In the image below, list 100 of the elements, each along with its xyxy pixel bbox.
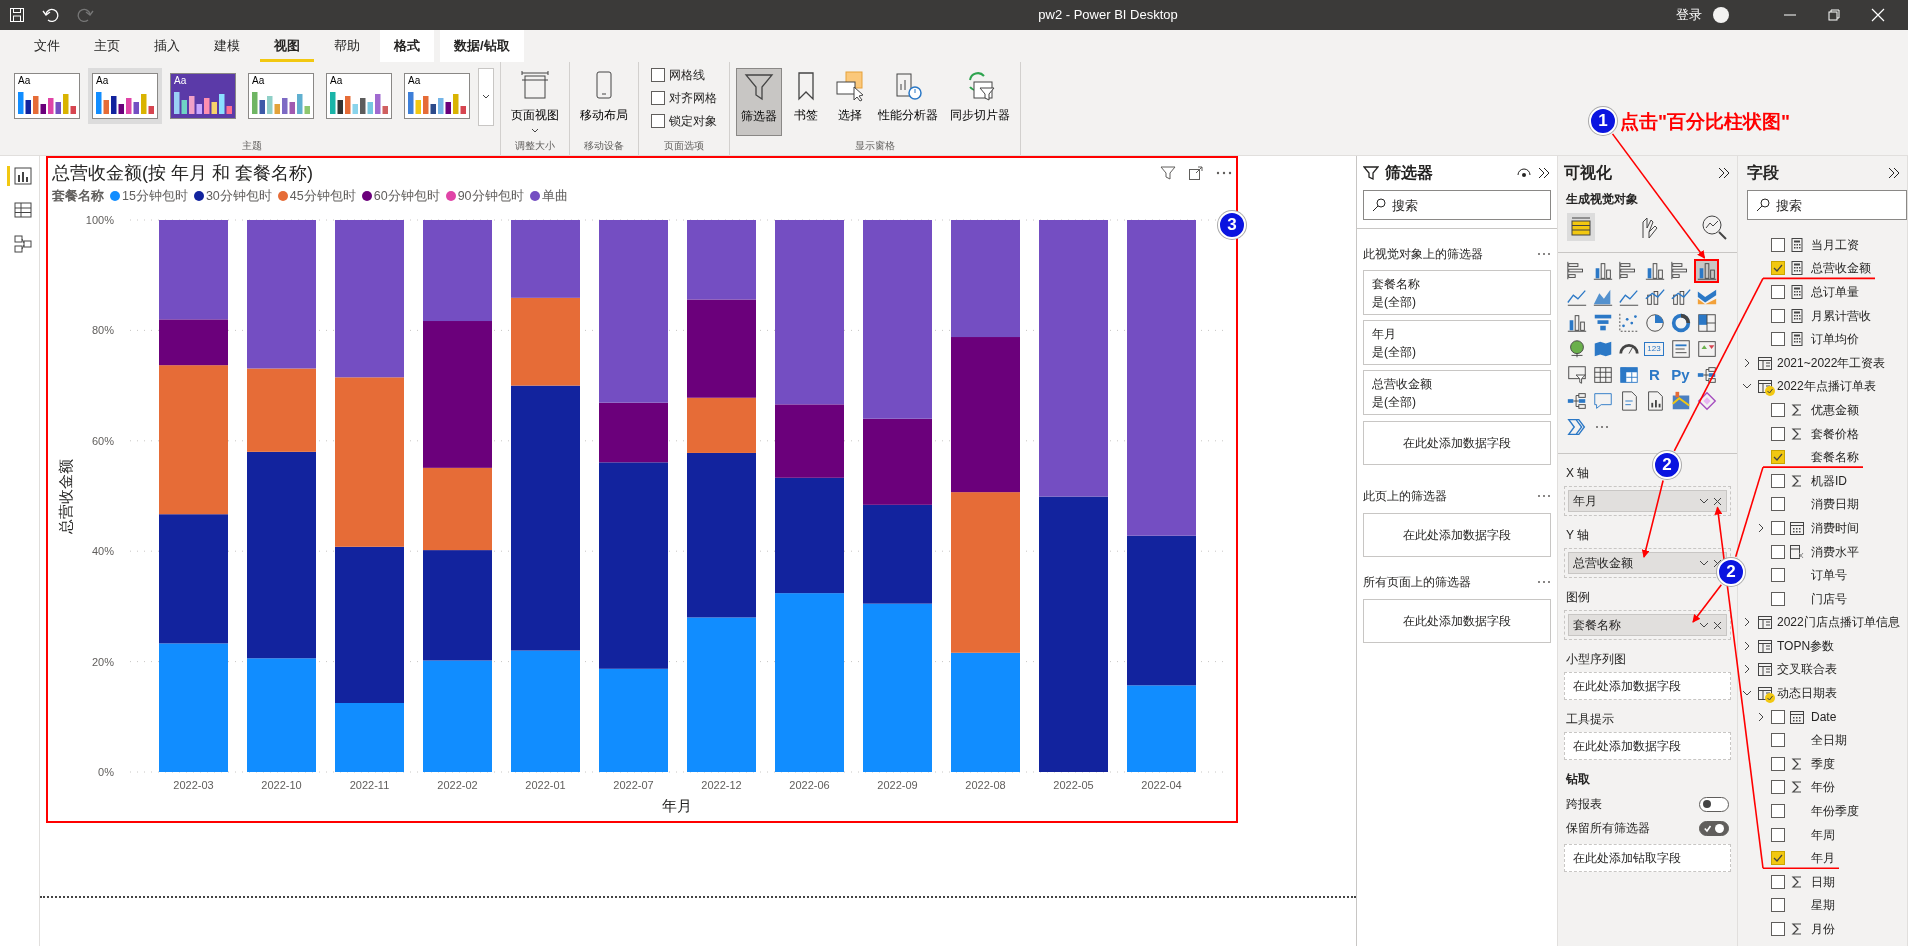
field-label[interactable]: 消费日期 xyxy=(1811,495,1859,514)
more-options-icon[interactable] xyxy=(1537,250,1551,258)
drop-zone[interactable]: 在此处添加数据字段 xyxy=(1564,672,1731,700)
table-label[interactable]: TOPN参数 xyxy=(1777,636,1835,655)
field-label[interactable]: 季度 xyxy=(1811,754,1835,773)
drop-zone[interactable]: 在此处添加数据字段 xyxy=(1564,732,1731,760)
field-label[interactable]: 全日期 xyxy=(1811,731,1847,750)
checkbox[interactable] xyxy=(1771,780,1785,795)
remove-icon[interactable] xyxy=(1713,620,1722,630)
theme-thumbnail[interactable]: Aa xyxy=(14,73,80,119)
undo-icon[interactable] xyxy=(42,6,60,24)
save-icon[interactable] xyxy=(8,6,26,24)
remove-icon[interactable] xyxy=(1713,496,1722,506)
toggle-switch[interactable] xyxy=(1699,796,1729,812)
checkbox-label[interactable]: 网格线 xyxy=(669,66,705,84)
sign-in-link[interactable]: 登录 xyxy=(1676,5,1702,25)
field-label[interactable]: 套餐价格 xyxy=(1811,424,1859,443)
filter-card[interactable]: 年月 是(全部) xyxy=(1363,320,1551,365)
field-label[interactable]: 日期 xyxy=(1811,872,1835,891)
ribbon-tab[interactable]: 格式 xyxy=(380,30,434,62)
checkbox[interactable] xyxy=(1771,402,1785,417)
ribbon-button[interactable]: 筛选器 xyxy=(736,68,782,136)
checkbox[interactable] xyxy=(1771,591,1785,606)
visual-type-button[interactable] xyxy=(1694,259,1719,283)
avatar-icon[interactable] xyxy=(1712,6,1730,24)
checkbox[interactable] xyxy=(1771,922,1785,936)
field-label[interactable]: Date xyxy=(1811,707,1837,726)
ribbon-button[interactable]: 同步切片器 xyxy=(946,68,1014,136)
filter-card[interactable]: 套餐名称 是(全部) xyxy=(1363,270,1551,315)
eye-icon[interactable] xyxy=(1517,167,1531,179)
visual-type-button[interactable]: Py xyxy=(1668,363,1693,387)
checkbox[interactable] xyxy=(1771,308,1785,323)
search-field[interactable]: 搜索 xyxy=(1747,190,1907,220)
field-label[interactable]: 月份 xyxy=(1811,920,1835,938)
field-label[interactable]: 消费时间 xyxy=(1811,518,1859,537)
drop-zone[interactable]: 在此处添加钻取字段 xyxy=(1564,844,1731,872)
checkbox[interactable] xyxy=(1771,332,1785,347)
ribbon-button[interactable]: 性能分析器 xyxy=(874,68,942,136)
field-label[interactable]: 总营收金额 xyxy=(1811,259,1871,278)
ribbon-button[interactable]: 移动布局 xyxy=(576,68,632,136)
field-label[interactable]: 套餐名称 xyxy=(1811,448,1859,467)
table-label[interactable]: 动态日期表 xyxy=(1777,684,1837,703)
checkbox[interactable] xyxy=(1771,756,1785,771)
checkbox[interactable] xyxy=(1771,568,1785,583)
field-label[interactable]: 机器ID xyxy=(1811,471,1847,490)
caret-icon[interactable] xyxy=(1699,498,1709,504)
field-label[interactable]: 订单号 xyxy=(1811,566,1847,585)
checkbox[interactable] xyxy=(1771,237,1785,252)
caret-icon[interactable] xyxy=(1699,560,1709,566)
ribbon-button[interactable]: 页面视图 xyxy=(507,68,563,136)
ribbon-tab[interactable]: 建模 xyxy=(200,30,254,62)
restore-icon[interactable] xyxy=(1825,6,1843,24)
bar-segment[interactable] xyxy=(423,467,492,551)
collapse-icon[interactable] xyxy=(1887,166,1901,180)
field-label[interactable]: 年份 xyxy=(1811,778,1835,797)
ribbon-tab[interactable]: 插入 xyxy=(140,30,194,62)
drop-zone[interactable]: 在此处添加数据字段 xyxy=(1363,421,1551,465)
field-pill[interactable]: 套餐名称 xyxy=(1568,614,1727,636)
table-label[interactable]: 2021~2022年工资表 xyxy=(1777,353,1886,372)
field-label[interactable]: 月累计营收 xyxy=(1811,306,1871,325)
field-label[interactable]: 年份季度 xyxy=(1811,802,1859,821)
table-label[interactable]: 2022门店点播订单信息 xyxy=(1777,613,1900,632)
close-icon[interactable] xyxy=(1869,6,1887,24)
checkbox[interactable] xyxy=(651,91,665,105)
drop-zone[interactable]: 在此处添加数据字段 xyxy=(1363,513,1551,557)
field-pill[interactable]: 年月 xyxy=(1568,490,1727,512)
field-label[interactable]: 年周 xyxy=(1811,825,1835,844)
checkbox[interactable] xyxy=(1771,709,1785,724)
analytics-icon[interactable] xyxy=(1699,212,1729,242)
field-label[interactable]: 优惠金额 xyxy=(1811,400,1859,419)
checkbox[interactable] xyxy=(1771,450,1785,465)
caret-icon[interactable] xyxy=(1699,622,1709,628)
filter-card[interactable]: 总营收金额 是(全部) xyxy=(1363,370,1551,415)
checkbox[interactable] xyxy=(1771,874,1785,889)
ribbon-button[interactable]: 选择 xyxy=(830,68,870,136)
table-label[interactable]: 交叉联合表 xyxy=(1777,660,1837,679)
checkbox[interactable] xyxy=(1771,285,1785,299)
collapse-icon[interactable] xyxy=(1537,166,1551,180)
checkbox[interactable] xyxy=(1771,426,1785,441)
checkbox[interactable] xyxy=(651,68,665,82)
checkbox[interactable] xyxy=(1771,804,1785,819)
theme-thumbnail[interactable]: Aa xyxy=(248,73,314,119)
ribbon-tab[interactable]: 帮助 xyxy=(320,30,374,62)
field-label[interactable]: 订单均价 xyxy=(1811,330,1859,349)
toggle-switch[interactable] xyxy=(1699,820,1729,836)
theme-thumbnail[interactable]: Aa xyxy=(404,73,470,119)
theme-thumbnail[interactable]: Aa xyxy=(170,73,236,119)
checkbox[interactable] xyxy=(1771,898,1785,913)
ribbon-tab[interactable]: 数据/钻取 xyxy=(440,30,524,62)
ribbon-tab[interactable]: 文件 xyxy=(20,30,74,62)
checkbox[interactable] xyxy=(1771,520,1785,535)
field-label[interactable]: 总订单量 xyxy=(1811,283,1859,301)
search-field[interactable]: 搜索 xyxy=(1363,190,1551,220)
field-pill[interactable]: 总营收金额 xyxy=(1568,552,1727,574)
build-visual-icon[interactable] xyxy=(1566,212,1596,242)
field-label[interactable]: 年月 xyxy=(1811,849,1835,868)
focus-mode-icon[interactable] xyxy=(1188,165,1204,181)
checkbox-label[interactable]: 锁定对象 xyxy=(669,112,717,130)
bar-segment[interactable] xyxy=(159,319,228,366)
field-label[interactable]: 消费水平 xyxy=(1811,542,1859,561)
